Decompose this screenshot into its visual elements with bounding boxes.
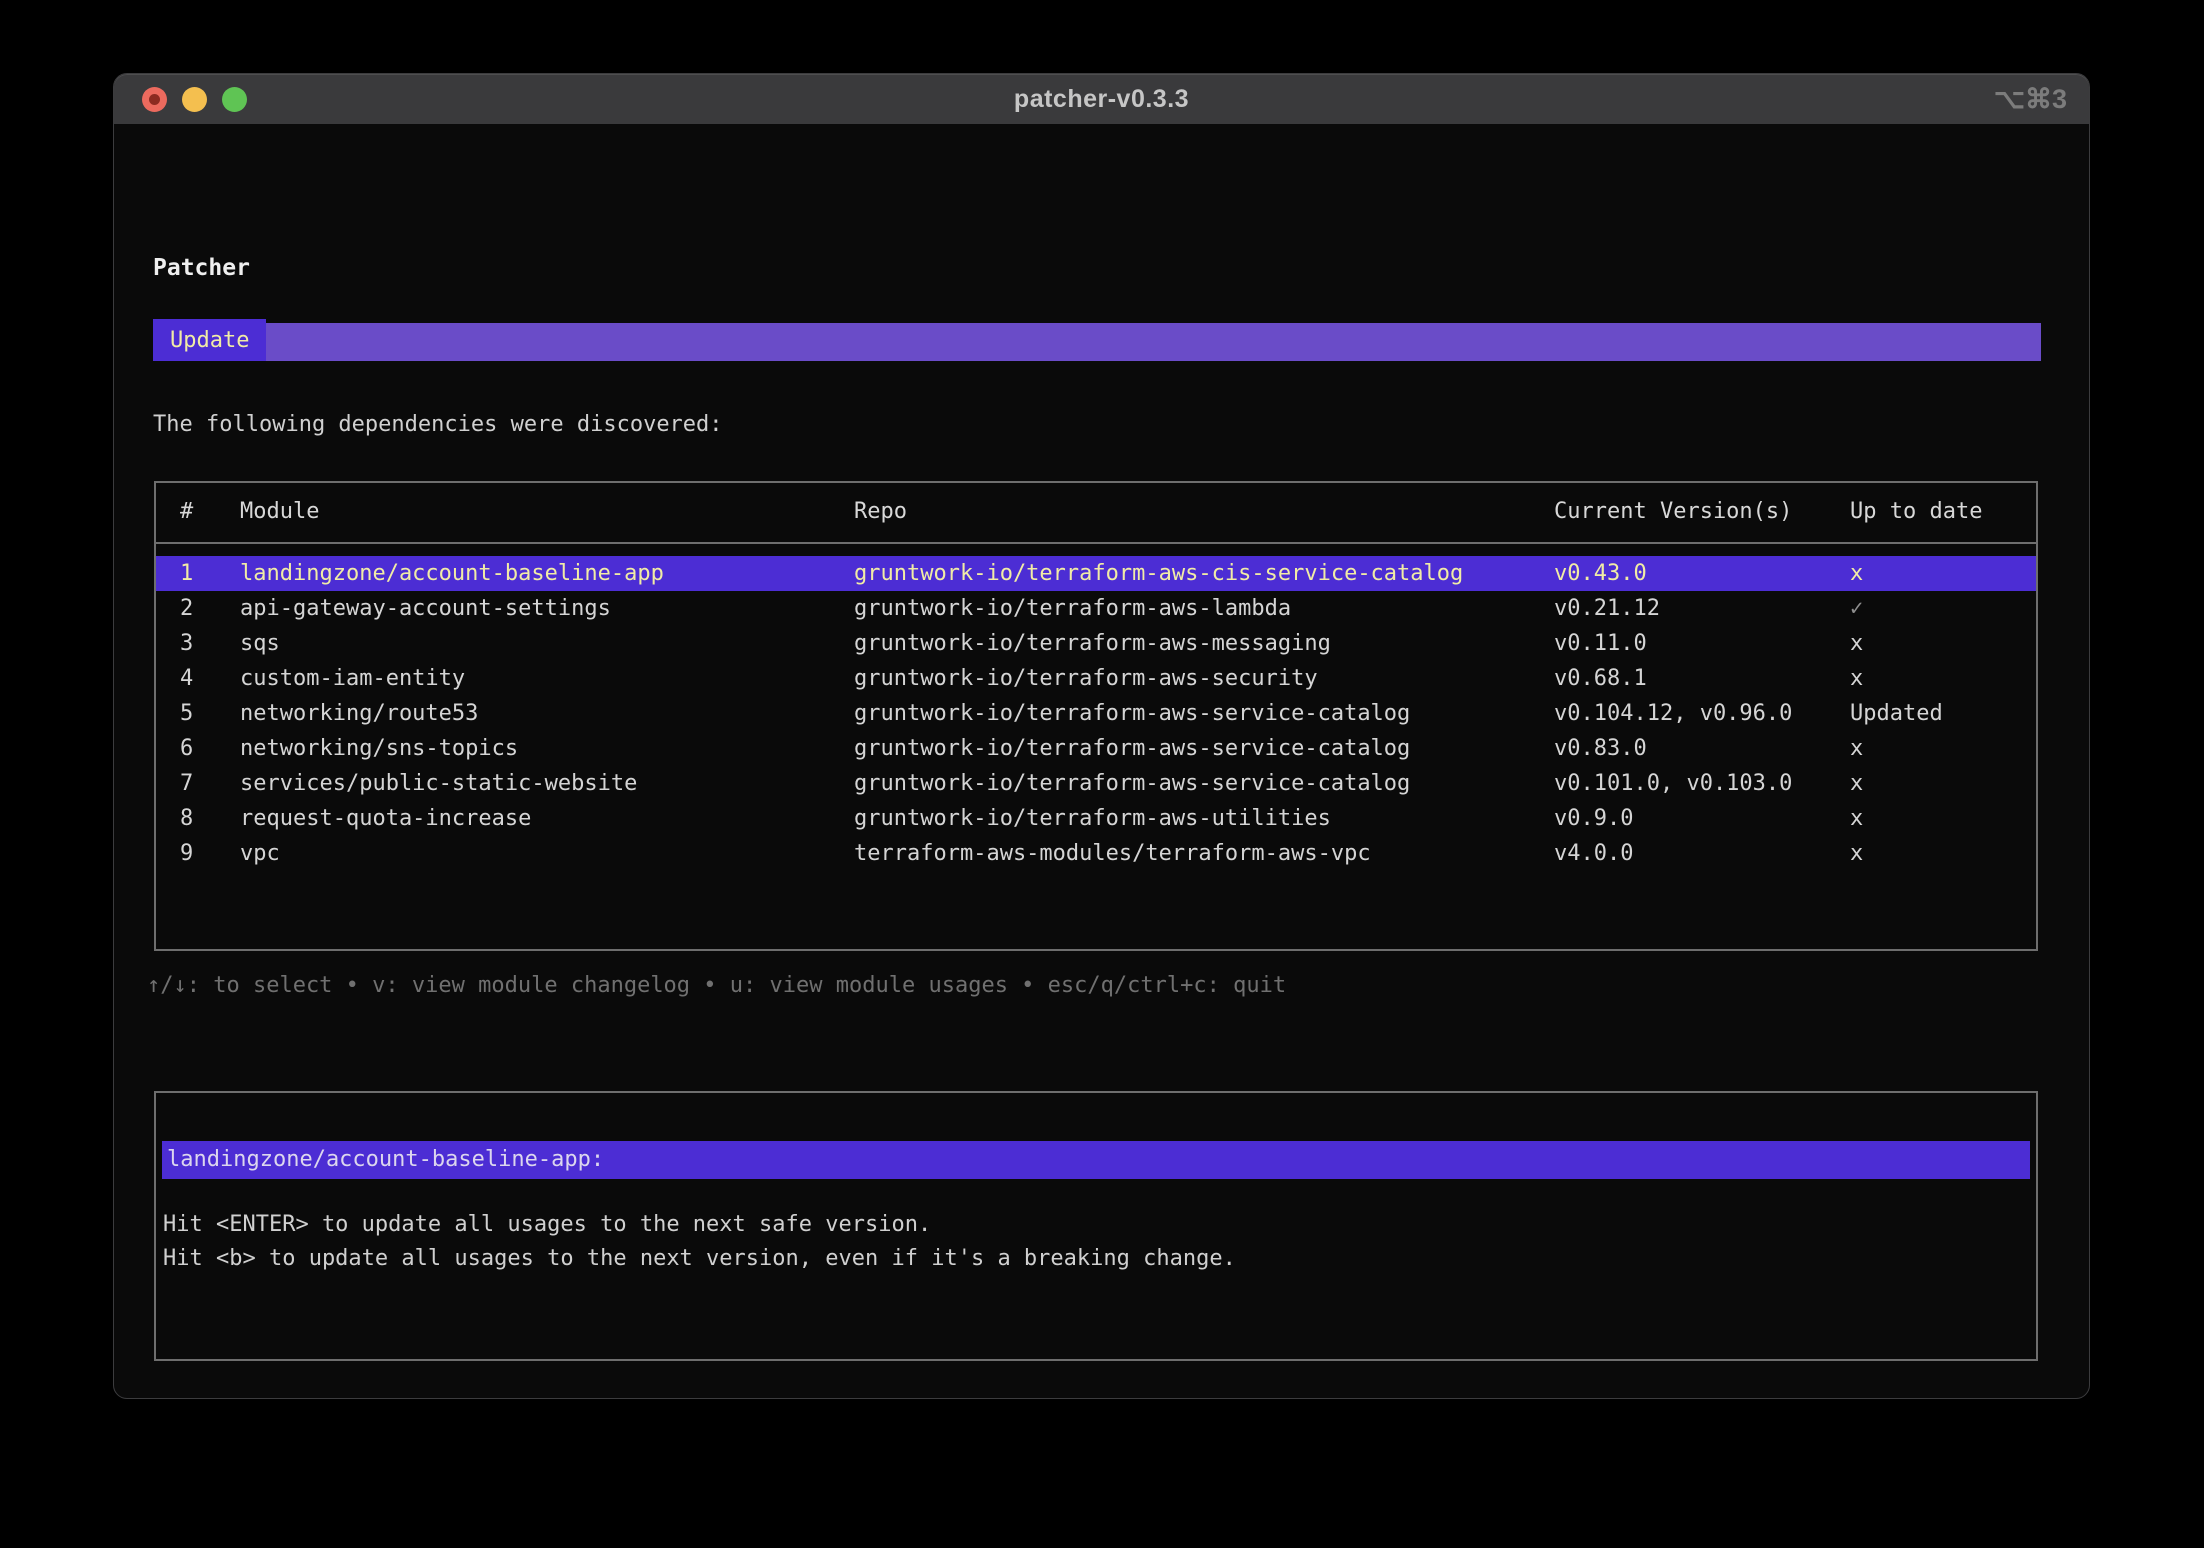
repo-name: gruntwork-io/terraform-aws-cis-service-c… (854, 556, 1554, 591)
row-number: 6 (180, 731, 240, 766)
current-version: v0.68.1 (1554, 661, 1850, 696)
tab-bar-fill (153, 323, 2041, 361)
table-row[interactable]: 2api-gateway-account-settingsgruntwork-i… (156, 591, 2036, 626)
table-row[interactable]: 7services/public-static-websitegruntwork… (156, 766, 2036, 801)
repo-name: gruntwork-io/terraform-aws-service-catal… (854, 766, 1554, 801)
window-titlebar[interactable]: patcher-v0.3.3 ⌥⌘3 (114, 74, 2089, 124)
up-to-date-status: x (1850, 801, 2036, 836)
zoom-button[interactable] (222, 87, 247, 112)
module-name: networking/route53 (240, 696, 854, 731)
up-to-date-status: ✓ (1850, 591, 2036, 626)
repo-name: gruntwork-io/terraform-aws-utilities (854, 801, 1554, 836)
close-button[interactable] (142, 87, 167, 112)
module-name: request-quota-increase (240, 801, 854, 836)
table-row[interactable]: 4custom-iam-entitygruntwork-io/terraform… (156, 661, 2036, 696)
module-name: networking/sns-topics (240, 731, 854, 766)
table-row[interactable]: 1landingzone/account-baseline-appgruntwo… (156, 556, 2036, 591)
row-number: 3 (180, 626, 240, 661)
row-number: 5 (180, 696, 240, 731)
detail-line-enter: Hit <ENTER> to update all usages to the … (163, 1208, 2026, 1242)
table-row[interactable]: 8request-quota-increasegruntwork-io/terr… (156, 801, 2036, 836)
row-number: 1 (180, 556, 240, 591)
module-name: custom-iam-entity (240, 661, 854, 696)
repo-name: gruntwork-io/terraform-aws-messaging (854, 626, 1554, 661)
current-version: v0.9.0 (1554, 801, 1850, 836)
up-to-date-status: Updated (1850, 696, 2036, 731)
row-number: 4 (180, 661, 240, 696)
up-to-date-status: x (1850, 661, 2036, 696)
window-title: patcher-v0.3.3 (114, 85, 2089, 114)
table-row[interactable]: 3sqsgruntwork-io/terraform-aws-messaging… (156, 626, 2036, 661)
up-to-date-status: x (1850, 766, 2036, 801)
row-number: 9 (180, 836, 240, 871)
module-name: sqs (240, 626, 854, 661)
table-body: 1landingzone/account-baseline-appgruntwo… (156, 556, 2036, 871)
current-version: v0.11.0 (1554, 626, 1850, 661)
table-row[interactable]: 5networking/route53gruntwork-io/terrafor… (156, 696, 2036, 731)
header-status: Up to date (1850, 499, 2036, 524)
table-row[interactable]: 6networking/sns-topicsgruntwork-io/terra… (156, 731, 2036, 766)
module-name: api-gateway-account-settings (240, 591, 854, 626)
app-heading: Patcher (153, 255, 250, 281)
current-version: v0.21.12 (1554, 591, 1850, 626)
module-name: vpc (240, 836, 854, 871)
tab-bar: Update (153, 319, 2041, 361)
selected-module-bar: landingzone/account-baseline-app: (162, 1141, 2030, 1179)
minimize-button[interactable] (182, 87, 207, 112)
row-number: 2 (180, 591, 240, 626)
current-version: v4.0.0 (1554, 836, 1850, 871)
header-module: Module (240, 499, 854, 524)
current-version: v0.43.0 (1554, 556, 1850, 591)
detail-instructions: Hit <ENTER> to update all usages to the … (163, 1208, 2026, 1276)
current-version: v0.104.12, v0.96.0 (1554, 696, 1850, 731)
header-version: Current Version(s) (1554, 499, 1850, 524)
up-to-date-status: x (1850, 626, 2036, 661)
repo-name: gruntwork-io/terraform-aws-lambda (854, 591, 1554, 626)
repo-name: gruntwork-io/terraform-aws-service-catal… (854, 731, 1554, 766)
header-num: # (180, 499, 240, 524)
table-header-row: # Module Repo Current Version(s) Up to d… (156, 483, 2036, 544)
terminal-window: patcher-v0.3.3 ⌥⌘3 Patcher Update The fo… (113, 73, 2090, 1399)
detail-panel: landingzone/account-baseline-app: Hit <E… (154, 1091, 2038, 1361)
help-bar: ↑/↓: to select • v: view module changelo… (147, 973, 1286, 998)
repo-name: gruntwork-io/terraform-aws-service-catal… (854, 696, 1554, 731)
dependency-table: # Module Repo Current Version(s) Up to d… (154, 481, 2038, 951)
terminal-content: Patcher Update The following dependencie… (114, 124, 2089, 1398)
module-name: services/public-static-website (240, 766, 854, 801)
intro-text: The following dependencies were discover… (153, 412, 723, 437)
up-to-date-status: x (1850, 731, 2036, 766)
repo-name: gruntwork-io/terraform-aws-security (854, 661, 1554, 696)
table-row[interactable]: 9vpcterraform-aws-modules/terraform-aws-… (156, 836, 2036, 871)
module-name: landingzone/account-baseline-app (240, 556, 854, 591)
repo-name: terraform-aws-modules/terraform-aws-vpc (854, 836, 1554, 871)
traffic-lights (142, 74, 247, 124)
up-to-date-status: x (1850, 556, 2036, 591)
header-repo: Repo (854, 499, 1554, 524)
row-number: 8 (180, 801, 240, 836)
window-shortcut-badge: ⌥⌘3 (1994, 74, 2067, 124)
current-version: v0.83.0 (1554, 731, 1850, 766)
current-version: v0.101.0, v0.103.0 (1554, 766, 1850, 801)
tab-update[interactable]: Update (153, 319, 266, 361)
row-number: 7 (180, 766, 240, 801)
up-to-date-status: x (1850, 836, 2036, 871)
detail-line-breaking: Hit <b> to update all usages to the next… (163, 1242, 2026, 1276)
